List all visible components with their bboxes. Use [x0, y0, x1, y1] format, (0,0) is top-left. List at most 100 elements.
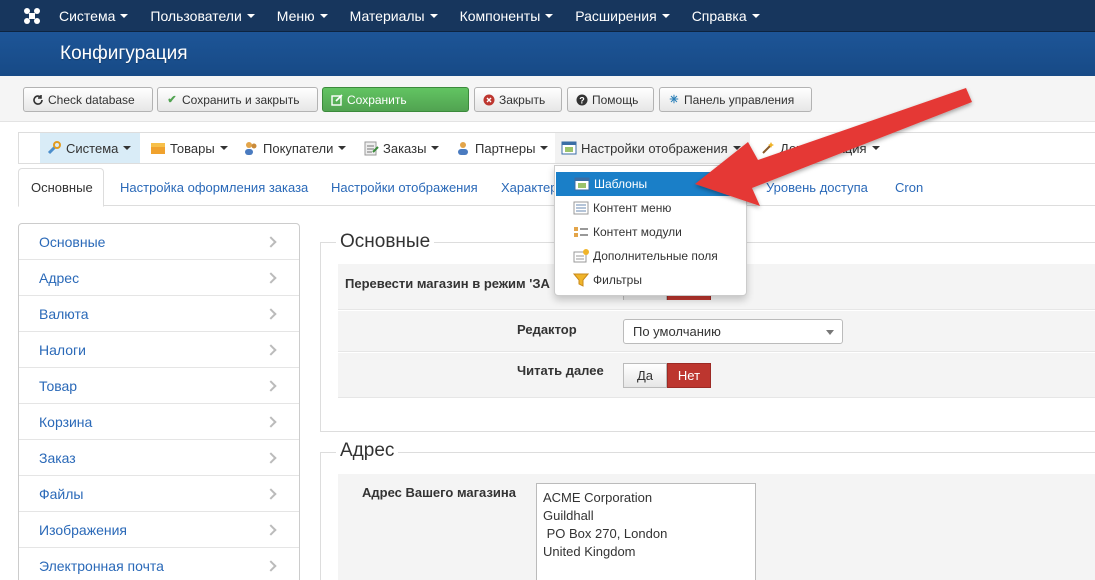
section-title-basic: Основные: [336, 231, 435, 253]
sidebar-item-images[interactable]: Изображения: [19, 512, 299, 548]
asterisk-icon: ✳: [669, 94, 679, 106]
top-menu-users[interactable]: Пользователи: [139, 0, 265, 32]
check-database-button[interactable]: Check database: [23, 87, 153, 112]
sidebar-item-email[interactable]: Электронная почта: [19, 548, 299, 580]
cmenu-system[interactable]: Система: [40, 133, 140, 163]
cmenu-display-settings[interactable]: Настройки отображения: [555, 133, 750, 163]
chevron-right-icon: [265, 343, 277, 356]
dropdown-item-filters[interactable]: Фильтры: [555, 268, 746, 292]
edit-icon: [331, 93, 343, 106]
caret-down-icon: [732, 146, 741, 150]
tab-basic[interactable]: Основные: [18, 168, 104, 207]
sidebar-item-taxes[interactable]: Налоги: [19, 332, 299, 368]
chevron-right-icon: [265, 235, 277, 248]
read-more-label: Читать далее: [517, 363, 604, 378]
modules-icon: [573, 225, 589, 239]
top-menu-menus[interactable]: Меню: [266, 0, 339, 32]
save-and-close-button[interactable]: ✔ Сохранить и закрыть: [157, 87, 318, 112]
dropdown-item-templates[interactable]: Шаблоны: [556, 172, 745, 196]
window-icon: [561, 140, 577, 156]
help-circle-icon: ?: [576, 94, 588, 106]
setting-row-editor: Редактор По умолчанию: [338, 311, 1095, 352]
read-more-no[interactable]: Нет: [667, 363, 711, 388]
caret-down-icon: [219, 146, 228, 150]
sidebar-item-basic[interactable]: Основные: [19, 224, 299, 260]
tab-checkout-design[interactable]: Настройка оформления заказа: [108, 168, 320, 206]
caret-down-icon: [429, 14, 438, 18]
caret-down-icon: [545, 14, 554, 18]
page-header: Конфигурация: [0, 32, 1095, 76]
chevron-right-icon: [265, 523, 277, 536]
cmenu-orders[interactable]: Заказы: [357, 133, 442, 163]
magic-icon: [760, 140, 776, 156]
read-more-toggle[interactable]: Да Нет: [623, 363, 711, 388]
svg-text:?: ?: [579, 95, 585, 105]
chevron-right-icon: [265, 451, 277, 464]
page-title: Конфигурация: [60, 43, 188, 64]
address-textarea[interactable]: ACME Corporation Guildhall PO Box 270, L…: [536, 483, 756, 580]
cmenu-customers[interactable]: Покупатели: [237, 133, 347, 163]
caret-down-icon: [338, 146, 347, 150]
tab-access-level[interactable]: Уровень доступа: [754, 168, 880, 206]
section-title-address: Адрес: [336, 440, 399, 462]
chevron-right-icon: [265, 271, 277, 284]
top-menu-system[interactable]: Система: [48, 0, 139, 32]
cmenu-products[interactable]: Товары: [144, 133, 234, 163]
component-menu: Система Товары Покупатели Заказы Партнер…: [18, 132, 1095, 164]
close-button[interactable]: Закрыть: [474, 87, 562, 112]
caret-down-icon: [661, 14, 670, 18]
help-button[interactable]: ? Помощь: [567, 87, 654, 112]
shop-mode-label: Перевести магазин в режим 'ЗА: [345, 276, 550, 291]
caret-down-icon: [871, 146, 880, 150]
sidebar-item-currency[interactable]: Валюта: [19, 296, 299, 332]
control-panel-button[interactable]: ✳ Панель управления: [659, 87, 812, 112]
filter-icon: [572, 273, 590, 287]
caret-down-icon: [540, 146, 549, 150]
cmenu-partners[interactable]: Партнеры: [449, 133, 549, 163]
sidebar-item-cart[interactable]: Корзина: [19, 404, 299, 440]
top-menu-extensions[interactable]: Расширения: [564, 0, 680, 32]
sidebar-item-product[interactable]: Товар: [19, 368, 299, 404]
dropdown-item-extra-fields[interactable]: Дополнительные поля: [555, 244, 746, 268]
editor-select[interactable]: По умолчанию: [623, 319, 843, 344]
editor-label: Редактор: [517, 322, 577, 337]
dropdown-arrow-icon: [826, 330, 834, 335]
form-add-icon: [573, 249, 589, 263]
setting-row-read-more: Читать далее Да Нет: [338, 353, 1095, 398]
sidebar-item-files[interactable]: Файлы: [19, 476, 299, 512]
close-circle-icon: [483, 94, 495, 106]
caret-down-icon: [246, 14, 255, 18]
top-menu-components[interactable]: Компоненты: [449, 0, 565, 32]
wrench-icon: [46, 140, 62, 156]
save-button[interactable]: Сохранить: [322, 87, 469, 112]
users-icon: [243, 140, 259, 156]
chevron-right-icon: [265, 415, 277, 428]
orders-icon: [363, 140, 379, 156]
read-more-yes[interactable]: Да: [623, 363, 667, 388]
tab-cron[interactable]: Cron: [883, 168, 935, 206]
dropdown-item-module-content[interactable]: Контент модули: [555, 220, 746, 244]
chevron-right-icon: [265, 559, 277, 572]
partner-icon: [455, 140, 471, 156]
joomla-logo-icon[interactable]: [22, 6, 42, 26]
tab-display-settings[interactable]: Настройки отображения: [319, 168, 490, 206]
chevron-right-icon: [265, 379, 277, 392]
display-settings-dropdown: Шаблоны Контент меню Контент модули Допо…: [554, 165, 747, 296]
address-label: Адрес Вашего магазина: [362, 485, 516, 500]
dropdown-item-menu-content[interactable]: Контент меню: [555, 196, 746, 220]
top-navbar: Система Пользователи Меню Материалы Комп…: [0, 0, 1095, 32]
list-icon: [573, 201, 589, 215]
box-icon: [150, 140, 166, 156]
caret-down-icon: [123, 146, 132, 150]
caret-down-icon: [751, 14, 760, 18]
top-menu: Система Пользователи Меню Материалы Комп…: [48, 0, 771, 32]
sidebar-item-order[interactable]: Заказ: [19, 440, 299, 476]
top-menu-content[interactable]: Материалы: [339, 0, 449, 32]
checkmark-icon: ✔: [167, 94, 177, 106]
chevron-right-icon: [265, 487, 277, 500]
top-menu-help[interactable]: Справка: [681, 0, 771, 32]
chevron-right-icon: [265, 307, 277, 320]
template-icon: [574, 177, 590, 191]
cmenu-documentation[interactable]: Документация: [754, 133, 884, 163]
sidebar-item-address[interactable]: Адрес: [19, 260, 299, 296]
